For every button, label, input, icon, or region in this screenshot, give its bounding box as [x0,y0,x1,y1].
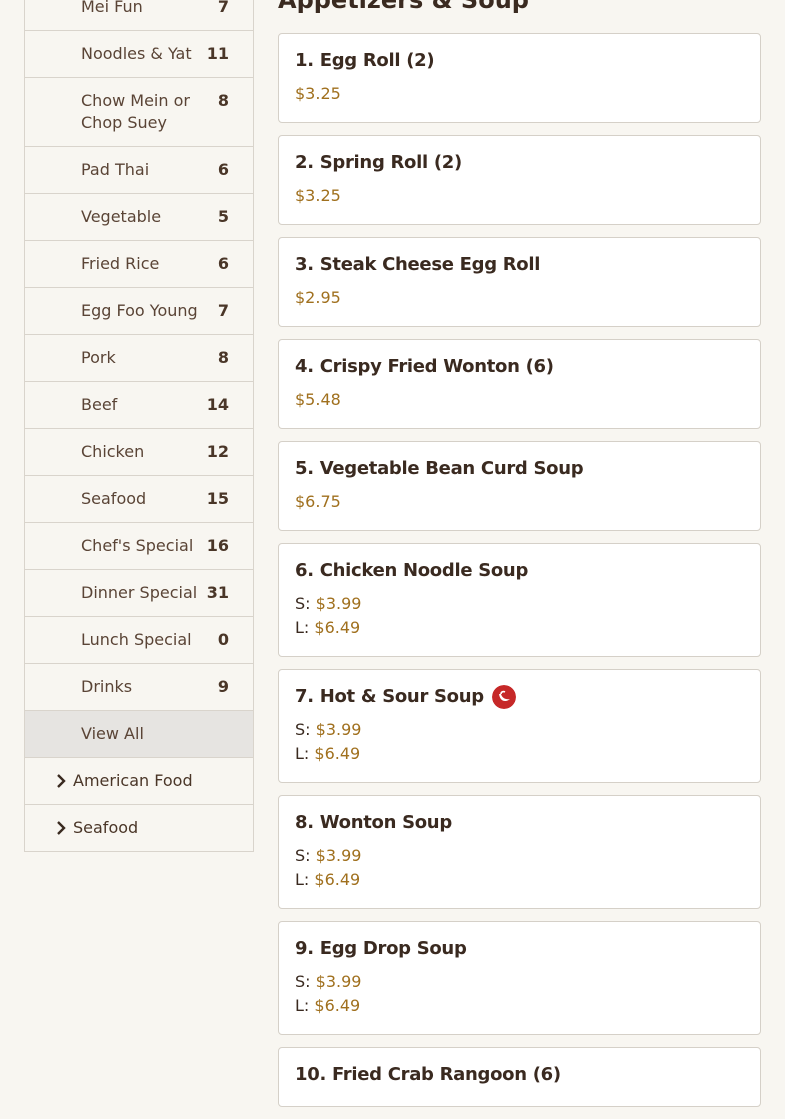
sidebar-item-seafood[interactable]: Seafood 15 [25,475,253,522]
item-name: 4. Crispy Fried Wonton (6) [295,356,554,377]
menu-item-card[interactable]: 9. Egg Drop Soup S: $3.99 L: $6.49 [278,921,761,1035]
menu-item-card[interactable]: 7. Hot & Sour Soup S: $3.99 L: $6.49 [278,669,761,783]
sidebar-item-lunch-special[interactable]: Lunch Special 0 [25,616,253,663]
sidebar-item-pad-thai[interactable]: Pad Thai 6 [25,146,253,193]
item-name: 9. Egg Drop Soup [295,938,467,959]
chevron-right-icon [57,821,66,835]
sidebar-item-label: Lunch Special [81,630,192,649]
sidebar-item-count: 6 [217,254,229,273]
sidebar-item-chow-mein[interactable]: Chow Mein or Chop Suey 8 [25,77,253,146]
sidebar-item-chicken[interactable]: Chicken 12 [25,428,253,475]
item-price: $3.25 [295,186,341,205]
item-price-small: $3.99 [315,846,362,865]
sidebar-group-label: Seafood [73,818,139,837]
menu-item-card[interactable]: 8. Wonton Soup S: $3.99 L: $6.49 [278,795,761,909]
sidebar-item-label: View All [81,724,144,743]
item-price: $3.25 [295,84,341,103]
menu-item-card[interactable]: 4. Crispy Fried Wonton (6) $5.48 [278,339,761,429]
menu-item-list: 1. Egg Roll (2) $3.25 2. Spring Roll (2)… [278,33,761,1119]
item-price-large: $6.49 [314,996,361,1015]
sidebar-group-seafood[interactable]: Seafood [25,804,253,851]
category-sidebar: Mei Fun 7 Noodles & Yat 11 Chow Mein or … [24,0,254,852]
sidebar-item-chefs-special[interactable]: Chef's Special 16 [25,522,253,569]
item-name: 2. Spring Roll (2) [295,152,462,173]
item-name: 6. Chicken Noodle Soup [295,560,529,581]
sidebar-item-count: 0 [217,630,229,649]
menu-item-card[interactable]: 3. Steak Cheese Egg Roll $2.95 [278,237,761,327]
sidebar-item-count: 16 [206,536,229,555]
size-small-line: S: $3.99 [295,846,362,865]
sidebar-item-view-all[interactable]: View All [25,710,253,757]
menu-item-card[interactable]: 10. Fried Crab Rangoon (6) [278,1047,761,1107]
sidebar-item-label: Noodles & Yat [81,44,192,63]
sidebar-item-fried-rice[interactable]: Fried Rice 6 [25,240,253,287]
sidebar-item-label: Drinks [81,677,133,696]
sidebar-item-count: 5 [217,207,229,226]
sidebar-item-label: Chow Mein or Chop Suey [81,91,190,132]
sidebar-item-count: 8 [217,91,229,110]
sidebar-item-label: Beef [81,395,118,414]
item-price: $2.95 [295,288,341,307]
item-price-small: $3.99 [315,594,362,613]
size-large-line: L: $6.49 [295,870,361,889]
sidebar-item-label: Dinner Special [81,583,198,602]
item-name: 10. Fried Crab Rangoon (6) [295,1064,561,1085]
sidebar-item-mei-fun[interactable]: Mei Fun 7 [25,0,253,30]
item-price-small: $3.99 [315,972,362,991]
chili-pepper-icon [491,685,516,709]
sidebar-item-label: Chicken [81,442,145,461]
sidebar-item-count: 12 [206,442,229,461]
sidebar-item-count: 31 [206,583,229,602]
sidebar-item-label: Pork [81,348,116,367]
sidebar-item-label: Seafood [81,489,147,508]
sidebar-group-label: American Food [73,771,193,790]
sidebar-item-label: Mei Fun [81,0,143,16]
sidebar-item-label: Fried Rice [81,254,160,273]
sidebar-item-dinner-special[interactable]: Dinner Special 31 [25,569,253,616]
menu-item-card[interactable]: 5. Vegetable Bean Curd Soup $6.75 [278,441,761,531]
sidebar-item-egg-foo-young[interactable]: Egg Foo Young 7 [25,287,253,334]
sidebar-group-american-food[interactable]: American Food [25,757,253,804]
item-price: $5.48 [295,390,341,409]
chevron-right-icon [57,774,66,788]
sidebar-item-count: 8 [217,348,229,367]
item-name: 7. Hot & Sour Soup [295,684,744,710]
sidebar-item-label: Egg Foo Young [81,301,198,320]
sidebar-item-count: 15 [206,489,229,508]
sidebar-item-label: Vegetable [81,207,162,226]
item-name: 3. Steak Cheese Egg Roll [295,254,541,275]
sidebar-item-label: Chef's Special [81,536,194,555]
size-small-line: S: $3.99 [295,594,362,613]
item-price-small: $3.99 [315,720,362,739]
sidebar-item-count: 7 [217,0,229,16]
size-small-line: S: $3.99 [295,720,362,739]
sidebar-item-count: 11 [206,44,229,63]
sidebar-item-count: 6 [217,160,229,179]
menu-item-card[interactable]: 6. Chicken Noodle Soup S: $3.99 L: $6.49 [278,543,761,657]
sidebar-item-count: 9 [217,677,229,696]
size-large-line: L: $6.49 [295,996,361,1015]
menu-item-card[interactable]: 1. Egg Roll (2) $3.25 [278,33,761,123]
item-price-large: $6.49 [314,618,361,637]
item-price-large: $6.49 [314,870,361,889]
sidebar-item-beef[interactable]: Beef 14 [25,381,253,428]
sidebar-item-noodles-yat[interactable]: Noodles & Yat 11 [25,30,253,77]
item-name: 8. Wonton Soup [295,812,452,833]
sidebar-item-pork[interactable]: Pork 8 [25,334,253,381]
size-large-line: L: $6.49 [295,744,361,763]
item-name: 5. Vegetable Bean Curd Soup [295,458,584,479]
size-small-line: S: $3.99 [295,972,362,991]
sidebar-item-count: 14 [206,395,229,414]
sidebar-item-count: 7 [217,301,229,320]
sidebar-item-label: Pad Thai [81,160,150,179]
section-title: Appetizers & Soup [278,0,529,14]
sidebar-item-drinks[interactable]: Drinks 9 [25,663,253,710]
item-price: $6.75 [295,492,341,511]
item-price-large: $6.49 [314,744,361,763]
sidebar-item-vegetable[interactable]: Vegetable 5 [25,193,253,240]
item-name: 1. Egg Roll (2) [295,50,435,71]
size-large-line: L: $6.49 [295,618,361,637]
menu-item-card[interactable]: 2. Spring Roll (2) $3.25 [278,135,761,225]
